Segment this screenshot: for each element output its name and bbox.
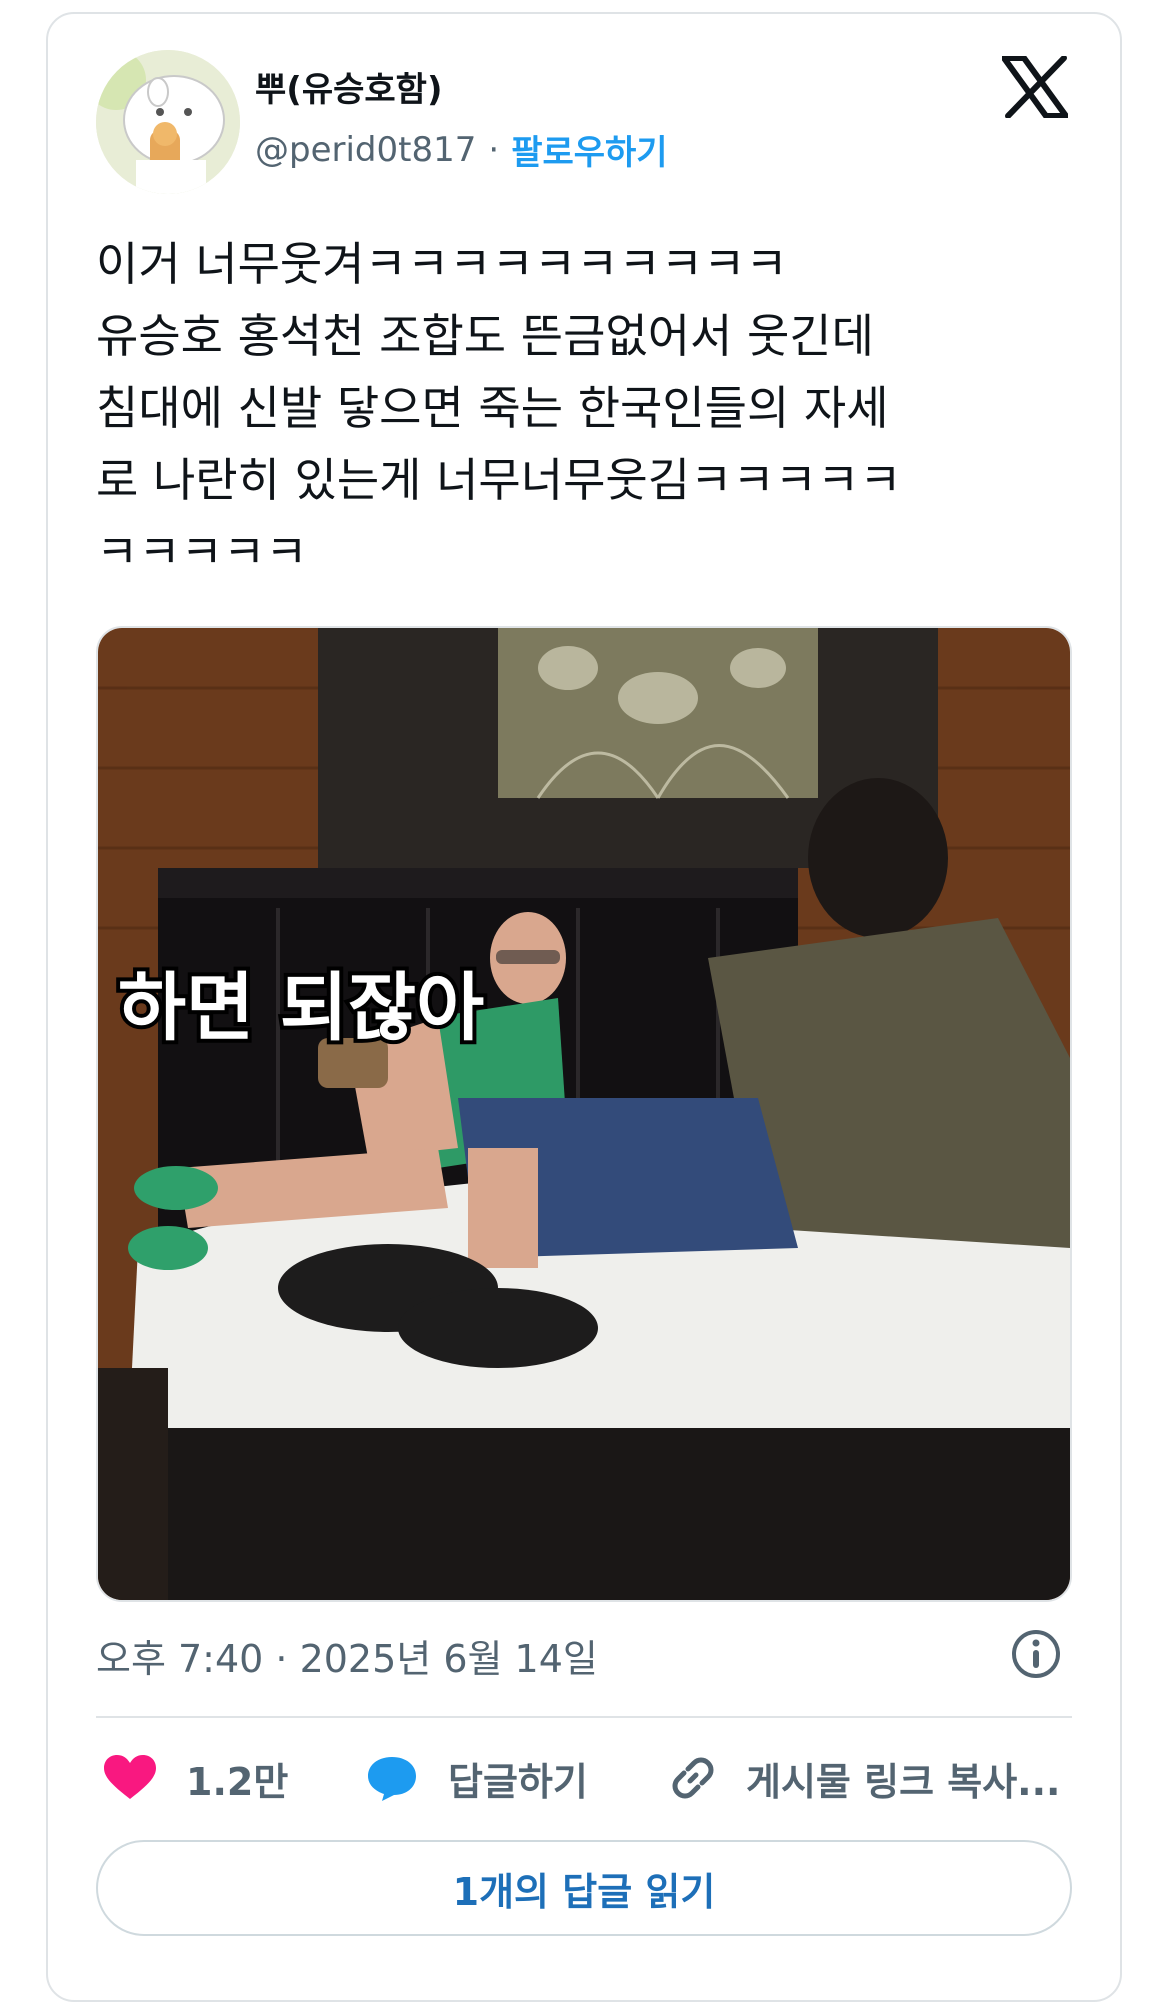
reply-label: 답글하기 xyxy=(448,1759,588,1804)
reply-button[interactable]: 답글하기 xyxy=(366,1746,588,1810)
heart-icon xyxy=(104,1755,156,1799)
tweet-text: 이거 너무웃겨ㅋㅋㅋㅋㅋㅋㅋㅋㅋㅋ 유승호 홍석천 조합도 뜬금없어서 웃긴데 … xyxy=(96,237,902,579)
follow-button[interactable]: 팔로우하기 xyxy=(511,125,667,174)
copy-link-button[interactable]: 게시물 링크 복사... xyxy=(670,1746,1061,1810)
read-replies-button[interactable]: 1개의 답글 읽기 xyxy=(96,1840,1072,1936)
author-name[interactable]: 뿌(유승호함) xyxy=(255,62,442,111)
avatar[interactable] xyxy=(96,50,240,194)
x-logo-icon[interactable] xyxy=(1001,55,1069,119)
link-icon xyxy=(672,1757,714,1799)
read-replies-label: 1개의 답글 읽기 xyxy=(452,1869,716,1914)
like-button[interactable]: 1.2만 xyxy=(104,1746,288,1810)
copy-link-label: 게시물 링크 복사... xyxy=(746,1759,1061,1804)
tweet-media[interactable]: 하면 되잖아 xyxy=(96,626,1072,1602)
handle-row: @perid0t817 · 팔로우하기 xyxy=(255,125,668,174)
info-icon[interactable] xyxy=(1010,1628,1062,1680)
divider xyxy=(96,1716,1072,1718)
author-handle[interactable]: @perid0t817 xyxy=(255,130,476,170)
separator-dot: · xyxy=(488,129,500,170)
action-bar: 1.2만 답글하기 게시물 링크 복사... xyxy=(96,1746,1086,1810)
media-caption: 하면 되잖아 xyxy=(118,965,484,1051)
like-count: 1.2만 xyxy=(186,1759,289,1804)
tweet-timestamp[interactable]: 오후 7:40 · 2025년 6월 14일 xyxy=(96,1628,598,1683)
speech-bubble-icon xyxy=(368,1757,416,1801)
